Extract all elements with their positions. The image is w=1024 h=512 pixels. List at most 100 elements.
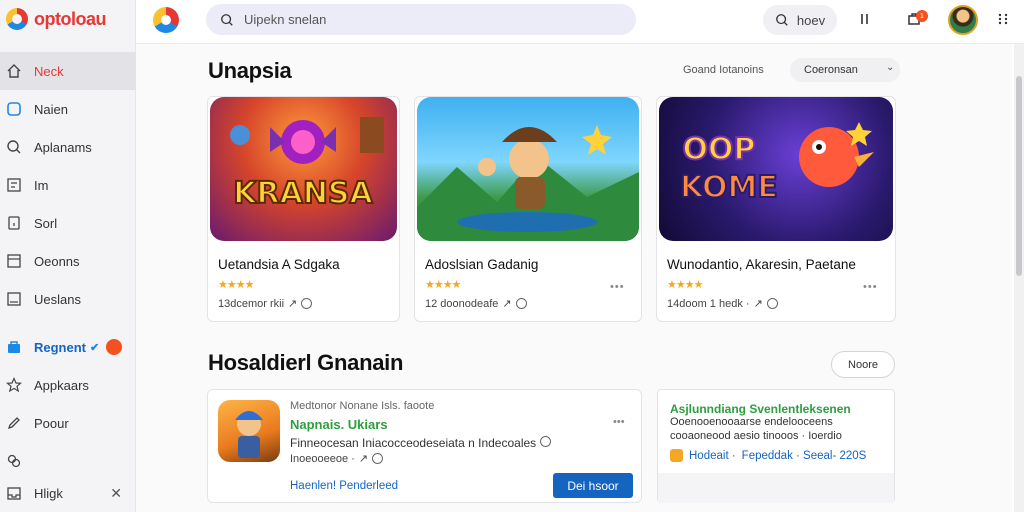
sidebar-item-home[interactable]: Neck	[0, 52, 136, 90]
brand-name: optoloau	[34, 8, 106, 29]
app-card[interactable]: OOP KOME Wunodantio, Akaresin, Paetane ★…	[656, 96, 896, 322]
app-meta: 13dcemor rkii ↗	[218, 297, 313, 310]
search-input[interactable]	[244, 12, 624, 27]
sidebar-item-users[interactable]: Ueslans	[0, 280, 136, 318]
featured-link[interactable]: Haenlen! Penderleed	[290, 480, 398, 492]
search-icon	[221, 13, 233, 26]
sidebar-item-options[interactable]: Oeonns	[0, 242, 136, 280]
promo-card[interactable]: Asjlunndiang Svenlentleksenen Ooenooenoo…	[657, 389, 895, 503]
promo-badge-right: Fepeddak · Seeal- 220S	[741, 449, 867, 462]
home-icon	[6, 63, 22, 79]
link-icon	[6, 453, 22, 469]
coin-icon	[670, 449, 683, 462]
promo-badge-left: Hodeait ·	[689, 449, 736, 462]
top-bar: hoev 1	[136, 0, 1024, 44]
more-button[interactable]: Noore	[831, 351, 895, 378]
grid-icon	[6, 177, 22, 193]
info-icon[interactable]	[766, 298, 778, 309]
sidebar-item-apps[interactable]: Appkaars	[0, 366, 136, 404]
rating-stars: ★★★★	[667, 279, 703, 291]
art-subtitle: KOME	[680, 170, 778, 205]
promo-text: Ooenooenooaarse endelooceens	[670, 416, 833, 428]
sidebar-item-sort[interactable]: Sorl	[0, 204, 136, 242]
share-icon[interactable]: ↗	[502, 297, 511, 310]
app-meta: 14doom 1 hedk · ↗	[667, 297, 778, 310]
search-bar[interactable]	[206, 4, 636, 35]
box-icon	[6, 215, 22, 231]
notification-dot	[106, 339, 122, 355]
edit-icon	[6, 415, 22, 431]
sidebar-item-label: Neck	[34, 63, 64, 79]
sidebar-item-label: Hligk	[34, 485, 63, 501]
sidebar-item-label: Im	[34, 177, 49, 193]
app-meta-text: 14doom 1 hedk ·	[667, 297, 750, 310]
sidebar-item-label: Poour	[34, 415, 69, 431]
brand[interactable]: optoloau	[6, 6, 106, 32]
app-window: optoloau Neck Naien Aplanams Im Sorl Oeo…	[0, 0, 1024, 512]
filter-label[interactable]: Goand Iotanoins	[683, 64, 764, 76]
scrollbar[interactable]	[1014, 44, 1024, 512]
featured-app-name[interactable]: Napnais. Ukiars	[290, 417, 388, 432]
game-art-image: OOP KOME	[679, 122, 874, 206]
sidebar-item-label: Regnent	[34, 339, 86, 355]
avatar[interactable]	[948, 5, 978, 35]
sidebar-item-tablet[interactable]: Naien	[0, 90, 136, 128]
share-icon[interactable]: ↗	[754, 297, 763, 310]
sidebar-item-label: Aplanams	[34, 139, 92, 155]
app-card[interactable]: Adoslsian Gadanig ★★★★ 12 doonodeafe ↗ ••…	[414, 96, 642, 322]
install-button[interactable]: Dei hsoor	[553, 473, 633, 498]
scrollbar-thumb[interactable]	[1016, 76, 1022, 276]
featured-app-card[interactable]: Medtonor Nonane Isls. faoote Napnais. Uk…	[207, 389, 642, 503]
sidebar-item-help[interactable]: Hligk ✕	[0, 475, 136, 511]
sidebar-item-label: Appkaars	[34, 377, 89, 393]
game-icon-image	[235, 411, 263, 458]
app-title: Wunodantio, Akaresin, Paetane	[667, 257, 856, 272]
art-title: OOP	[683, 132, 756, 167]
app-thumbnail[interactable]	[417, 97, 639, 241]
sidebar-item-applications[interactable]: Aplanams	[0, 128, 136, 166]
app-thumbnail[interactable]: KRANSA	[210, 97, 397, 241]
info-icon[interactable]	[301, 298, 313, 309]
close-icon[interactable]: ✕	[110, 485, 122, 502]
app-icon[interactable]	[218, 400, 280, 462]
search-button-label: hoev	[796, 12, 826, 28]
search-icon	[6, 139, 22, 155]
more-vertical-icon[interactable]	[994, 10, 1012, 28]
notification-badge: 1	[916, 10, 928, 22]
promo-badge[interactable]: Hodeait · Fepeddak · Seeal- 220S	[670, 449, 866, 462]
info-icon[interactable]	[539, 436, 551, 447]
chevron-down-icon[interactable]: ⌄	[886, 62, 894, 73]
more-options-icon[interactable]: •••	[610, 281, 625, 293]
sidebar-item-grid[interactable]: Im	[0, 166, 136, 204]
app-thumbnail[interactable]: OOP KOME	[659, 97, 893, 241]
window-icon	[6, 291, 22, 307]
share-icon[interactable]: ↗	[288, 297, 297, 310]
info-icon[interactable]	[372, 453, 384, 464]
sidebar-item-label: Sorl	[34, 215, 58, 231]
sort-dropdown[interactable]: Coeronsan	[790, 58, 900, 82]
rating-stars: ★★★★	[425, 279, 461, 291]
rating-stars: ★★★★	[218, 279, 254, 291]
search-button[interactable]: hoev	[763, 5, 837, 35]
featured-subtitle: Medtonor Nonane Isls. faoote	[290, 400, 435, 412]
more-options-icon[interactable]: •••	[863, 281, 878, 293]
library-icon[interactable]	[856, 10, 874, 28]
share-icon[interactable]: ↗	[359, 452, 368, 465]
check-icon: ✔	[90, 341, 100, 354]
app-card[interactable]: KRANSA Uetandsia A Sdgaka ★★★★ 13dcemor …	[207, 96, 400, 322]
sidebar-item-payment[interactable]: Regnent ✔	[0, 328, 136, 366]
app-meta-text: 13dcemor rkii	[218, 297, 285, 310]
inbox-icon	[6, 485, 22, 501]
app-logo-icon[interactable]	[153, 7, 179, 33]
sidebar-item-power[interactable]: Poour	[0, 404, 136, 442]
info-icon[interactable]	[515, 298, 527, 309]
app-title: Uetandsia A Sdgaka	[218, 257, 340, 272]
art-title: KRANSA	[233, 176, 373, 211]
square-icon	[6, 253, 22, 269]
game-art-image: KRANSA	[230, 117, 384, 212]
section-title: Unapsia	[208, 58, 292, 83]
more-options-icon[interactable]: •••	[613, 416, 625, 428]
featured-description-text: Finneocesan Iniacocceodeseiata n Indecoa…	[290, 436, 537, 450]
app-meta: 12 doonodeafe ↗	[425, 297, 527, 310]
search-icon	[775, 14, 788, 26]
